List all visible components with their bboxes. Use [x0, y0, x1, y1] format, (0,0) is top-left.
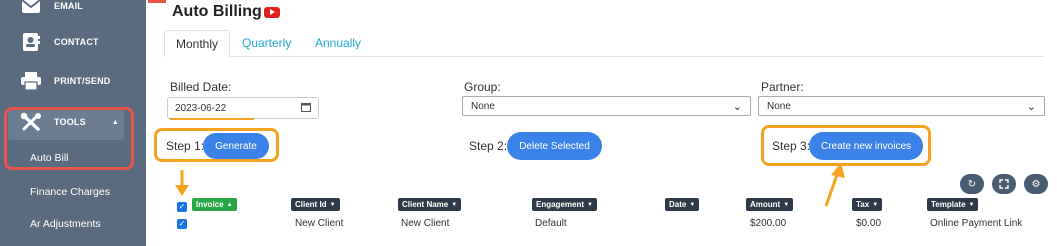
sidebar-subitem-ar-adjustments[interactable]: Ar Adjustments: [0, 218, 146, 230]
calendar-icon[interactable]: [301, 102, 311, 115]
column-header-label: Invoice: [196, 200, 224, 209]
sidebar-item-print-send[interactable]: PRINT/SEND: [0, 69, 146, 93]
dropdown-icon: ▼: [329, 201, 336, 208]
group-label: Group:: [464, 80, 501, 94]
dropdown-icon: ▼: [587, 201, 593, 208]
column-header-template[interactable]: Template ▼: [927, 198, 979, 211]
cell-template: Online Payment Link: [930, 218, 1023, 229]
column-header-label: Date: [669, 200, 687, 209]
sidebar-item-contact[interactable]: CONTACT: [0, 30, 146, 54]
youtube-icon[interactable]: [263, 6, 280, 18]
sidebar-item-email[interactable]: EMAIL: [0, 0, 146, 18]
billed-date-label: Billed Date:: [170, 80, 232, 94]
envelope-icon: [16, 0, 46, 18]
printer-icon: [16, 69, 46, 93]
billed-date-input[interactable]: 2023-06-22: [167, 97, 319, 119]
fullscreen-icon[interactable]: [992, 174, 1016, 194]
row-checkbox[interactable]: ✓: [177, 219, 187, 229]
page-title-text: Auto Billing: [172, 3, 262, 20]
sidebar-item-label: EMAIL: [54, 1, 83, 11]
cell-engagement: Default: [535, 218, 567, 229]
column-header-label: Tax: [856, 200, 870, 209]
column-header-label: Engagement: [536, 200, 585, 209]
dropdown-icon: ▼: [872, 201, 879, 208]
tab-monthly[interactable]: Monthly: [164, 30, 231, 57]
top-red-marker: [148, 0, 166, 3]
arrow-down-to-checkbox: [175, 170, 189, 196]
column-header-amount[interactable]: Amount ▼: [746, 198, 794, 211]
sidebar-item-label: CONTACT: [54, 37, 99, 47]
dropdown-icon: ▼: [689, 201, 696, 208]
cell-client-name: New Client: [401, 218, 450, 229]
column-header-engagement[interactable]: Engagement ▼: [532, 198, 597, 211]
cell-tax: $0.00: [856, 218, 882, 229]
contact-card-icon: [16, 30, 46, 54]
sort-up-icon: ▲: [226, 201, 233, 208]
refresh-icon[interactable]: ↻: [960, 174, 984, 194]
cell-client-id: New Client: [295, 218, 344, 229]
arrow-up-to-create-button: [824, 163, 845, 207]
partner-label: Partner:: [761, 80, 804, 94]
dropdown-icon: ▼: [968, 201, 975, 208]
column-header-label: Client Name: [402, 200, 449, 209]
cell-amount: $200.00: [750, 218, 787, 229]
tools-highlight-box: [4, 107, 134, 170]
dropdown-icon: ▼: [451, 201, 458, 208]
page-title: Auto Billing: [172, 3, 280, 21]
step1-label: Step 1:: [166, 139, 205, 153]
column-header-tax[interactable]: Tax ▼: [852, 198, 883, 211]
column-header-invoice[interactable]: Invoice ▲: [192, 198, 237, 211]
column-header-label: Template: [931, 200, 966, 209]
dropdown-icon: ▼: [783, 201, 790, 208]
step2-label: Step 2:: [469, 139, 508, 153]
column-header-label: Amount: [750, 200, 781, 209]
group-select-value: None: [471, 100, 495, 112]
date-highlight-underline: [170, 118, 254, 120]
column-header-client-id[interactable]: Client Id ▼: [291, 198, 340, 211]
select-all-checkbox[interactable]: ✓: [177, 202, 187, 212]
group-select[interactable]: None ⌄: [462, 96, 751, 116]
settings-gear-icon[interactable]: ⚙: [1024, 174, 1048, 194]
billing-period-tabs: Monthly Quarterly Annually: [164, 30, 1044, 57]
sidebar-item-label: PRINT/SEND: [54, 76, 111, 86]
sidebar: EMAIL CONTACT PRINT/SEND TOOLS ▲ Auto Bi…: [0, 0, 146, 246]
tab-quarterly[interactable]: Quarterly: [231, 30, 302, 57]
column-header-client-name[interactable]: Client Name ▼: [398, 198, 462, 211]
generate-button[interactable]: Generate: [203, 133, 269, 159]
sidebar-subitem-finance-charges[interactable]: Finance Charges: [0, 186, 146, 198]
column-header-label: Client Id: [295, 200, 327, 209]
chevron-down-icon: ⌄: [732, 100, 742, 113]
column-header-date[interactable]: Date ▼: [665, 198, 700, 211]
partner-select[interactable]: None ⌄: [758, 96, 1045, 116]
partner-select-value: None: [767, 100, 791, 112]
tab-annually[interactable]: Annually: [304, 30, 372, 57]
delete-selected-button[interactable]: Delete Selected: [507, 132, 602, 160]
billed-date-value: 2023-06-22: [175, 102, 227, 114]
chevron-down-icon: ⌄: [1026, 100, 1036, 113]
create-new-invoices-button[interactable]: Create new invoices: [809, 132, 923, 160]
step3-label: Step 3:: [772, 139, 811, 153]
